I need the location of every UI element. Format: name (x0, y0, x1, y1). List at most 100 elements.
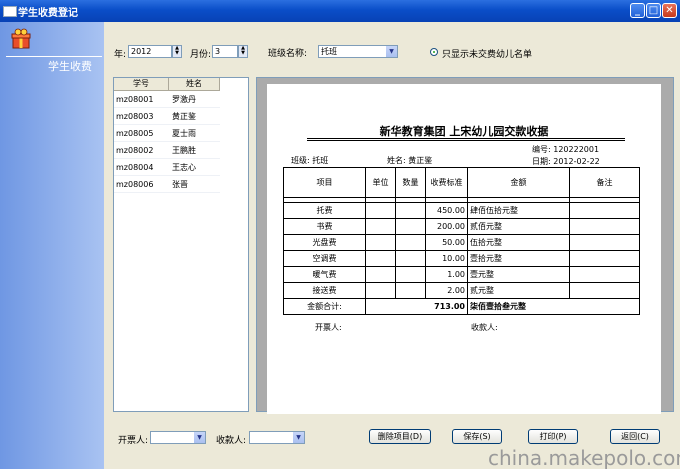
receipt-date: 日期: 2012-02-22 (532, 157, 600, 166)
student-id: mz08006 (116, 180, 154, 189)
receipt-class: 班级: 托班 (291, 156, 329, 165)
item-unit (365, 250, 396, 267)
class-select[interactable]: 托班 ▼ (318, 45, 398, 58)
app-window: 学生收费登记 _ □ ✕ 学生收费 年: 2012 ▲ ▼ 月份: 3 ▲ ▼ 班级… (0, 0, 680, 469)
item-name: 书费 (283, 218, 366, 235)
receipt-issuer-label: 开票人: (315, 323, 342, 332)
watermark: china.makepolo.com (488, 446, 680, 469)
item-remark (569, 202, 640, 219)
receipt-number: 编号: 120222001 (532, 145, 600, 154)
sidebar: 学生收费 (0, 22, 104, 469)
table-row: 空调费 10.00 壹拾元整 (283, 250, 640, 267)
student-list[interactable]: 学号 姓名 mz08001 罗激丹 mz08003 黄正鉴 mz08005 夏士雨 mz08… (113, 77, 249, 412)
month-spinner[interactable]: ▲ ▼ (238, 45, 248, 58)
student-name: 罗激丹 (172, 95, 196, 104)
month-input[interactable]: 3 (212, 45, 238, 58)
chevron-down-icon[interactable]: ▼ (386, 46, 397, 57)
item-remark (569, 250, 640, 267)
table-row: 托费 450.00 肆佰伍拾元整 (283, 202, 640, 219)
total-row: 金额合计: 713.00 柒佰壹拾叁元整 (283, 298, 640, 315)
item-amount: 贰佰元整 (467, 218, 570, 235)
month-label: 月份: (190, 50, 212, 60)
close-icon: ✕ (665, 5, 674, 16)
item-amount: 伍拾元整 (467, 234, 570, 251)
issuer-select[interactable]: ▼ (150, 431, 206, 444)
back-button[interactable]: 返回(C) (610, 429, 660, 444)
delete-item-button[interactable]: 删除项目(D) (369, 429, 431, 444)
item-remark (569, 282, 640, 299)
item-rate: 50.00 (425, 234, 468, 251)
total-words: 柒佰壹拾叁元整 (467, 298, 640, 315)
item-quantity (395, 266, 426, 283)
item-name: 暖气费 (283, 266, 366, 283)
table-row: 暖气费 1.00 壹元整 (283, 266, 640, 283)
col-rate: 收费标准 (425, 167, 468, 198)
issuer-label: 开票人: (118, 436, 149, 446)
item-quantity (395, 234, 426, 251)
class-select-value: 托班 (321, 47, 337, 56)
item-quantity (395, 218, 426, 235)
item-unit (365, 266, 396, 283)
print-button[interactable]: 打印(P) (528, 429, 578, 444)
total-label: 金额合计: (283, 298, 366, 315)
item-unit (365, 282, 396, 299)
student-id: mz08001 (116, 95, 154, 104)
item-amount: 贰元整 (467, 282, 570, 299)
chevron-down-icon[interactable]: ▼ (194, 432, 205, 443)
item-unit (365, 218, 396, 235)
item-remark (569, 218, 640, 235)
column-student-name[interactable]: 姓名 (169, 78, 220, 91)
col-remark: 备注 (569, 167, 640, 198)
col-unit: 单位 (365, 167, 396, 198)
student-id: mz08002 (116, 146, 154, 155)
table-row: 接送费 2.00 贰元整 (283, 282, 640, 299)
list-item[interactable]: mz08001 罗激丹 (114, 91, 220, 108)
item-unit (365, 202, 396, 219)
close-button[interactable]: ✕ (662, 3, 677, 18)
item-rate: 450.00 (425, 202, 468, 219)
year-label: 年: (114, 50, 127, 60)
col-amount: 金额 (467, 167, 570, 198)
item-amount: 壹元整 (467, 266, 570, 283)
item-rate: 1.00 (425, 266, 468, 283)
receiver-label: 收款人: (216, 436, 247, 446)
class-label: 班级名称: (268, 49, 308, 59)
receipt-page: 新华教育集团 上宋幼儿园交款收据 编号: 120222001 日期: 2012-… (267, 84, 661, 414)
save-button[interactable]: 保存(S) (452, 429, 502, 444)
receipt-header-row: 项目 单位 数量 收费标准 金额 备注 (283, 167, 640, 198)
year-input[interactable]: 2012 (128, 45, 172, 58)
maximize-button[interactable]: □ (646, 3, 661, 18)
minimize-button[interactable]: _ (630, 3, 645, 18)
receiver-select[interactable]: ▼ (249, 431, 305, 444)
year-spinner[interactable]: ▲ ▼ (172, 45, 182, 58)
item-remark (569, 266, 640, 283)
unpaid-only-radio[interactable] (430, 48, 438, 56)
list-item[interactable]: mz08002 王鹏胜 (114, 142, 220, 159)
student-name: 张晋 (172, 180, 188, 189)
table-row: 光盘费 50.00 伍拾元整 (283, 234, 640, 251)
col-item: 项目 (283, 167, 366, 198)
list-item[interactable]: mz08006 张晋 (114, 176, 220, 193)
item-quantity (395, 282, 426, 299)
receipt-receiver-label: 收款人: (471, 323, 498, 332)
receipt-preview: 新华教育集团 上宋幼儿园交款收据 编号: 120222001 日期: 2012-… (256, 77, 674, 414)
receipt-student-name: 姓名: 黄正鉴 (387, 156, 433, 165)
sidebar-item-student-fee[interactable]: 学生收费 (48, 58, 92, 74)
list-item[interactable]: mz08004 王志心 (114, 159, 220, 176)
student-id: mz08005 (116, 129, 154, 138)
list-item[interactable]: mz08005 夏士雨 (114, 125, 220, 142)
chevron-down-icon[interactable]: ▼ (293, 432, 304, 443)
title-underline (307, 138, 625, 141)
item-name: 托费 (283, 202, 366, 219)
col-quantity: 数量 (395, 167, 426, 198)
item-rate: 2.00 (425, 282, 468, 299)
receipt-table: 项目 单位 数量 收费标准 金额 备注 托费 450.00 肆佰伍拾元整 书费 200.… (283, 167, 640, 315)
list-item[interactable]: mz08003 黄正鉴 (114, 108, 220, 125)
item-remark (569, 234, 640, 251)
column-student-id[interactable]: 学号 (114, 78, 169, 91)
title-bar[interactable]: 学生收费登记 _ □ ✕ (0, 0, 680, 22)
unpaid-only-label: 只显示未交费幼儿名单 (442, 50, 533, 60)
item-name: 接送费 (283, 282, 366, 299)
sidebar-divider (6, 56, 102, 57)
item-rate: 200.00 (425, 218, 468, 235)
